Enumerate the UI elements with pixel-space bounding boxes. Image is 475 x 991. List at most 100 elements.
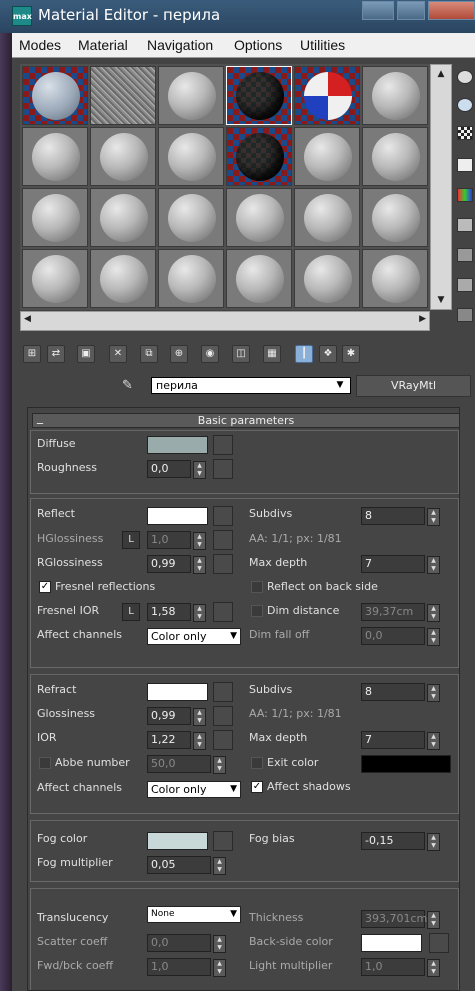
minimize-button[interactable] xyxy=(362,1,394,20)
refract-affect-channels-dropdown[interactable]: Color only ▼ xyxy=(147,781,241,798)
ior-spinner[interactable]: 1,22 ▲ ▼ xyxy=(147,731,206,750)
scroll-left-icon[interactable]: ◀ xyxy=(24,314,31,324)
spinner-arrows-icon[interactable]: ▲ ▼ xyxy=(213,756,226,774)
dim-distance-checkbox[interactable] xyxy=(251,605,263,617)
spinner-arrows-icon[interactable]: ▲ ▼ xyxy=(427,628,440,646)
refract-max-depth-spinner[interactable]: 7 ▲ ▼ xyxy=(361,731,440,750)
reflect-max-depth-spinner[interactable]: 7 ▲ ▼ xyxy=(361,555,440,574)
material-navigator-icon[interactable] xyxy=(457,308,473,322)
diffuse-color-swatch[interactable] xyxy=(147,436,208,454)
spinner-arrows-icon[interactable]: ▲ ▼ xyxy=(213,935,226,953)
spinner-arrows-icon[interactable]: ▲ ▼ xyxy=(427,959,440,977)
sample-slot[interactable] xyxy=(294,66,360,125)
hgloss-lock-button[interactable]: L xyxy=(122,531,140,549)
rglossiness-spinner[interactable]: 0,99 ▲ ▼ xyxy=(147,555,206,574)
collapse-icon[interactable]: _ xyxy=(37,411,43,424)
scroll-up-icon[interactable]: ▲ xyxy=(433,66,449,82)
fog-multiplier-spinner[interactable]: 0,05 ▲ ▼ xyxy=(147,856,226,875)
dim-fall-off-spinner[interactable]: 0,0 ▲ ▼ xyxy=(361,627,440,646)
sample-slot[interactable] xyxy=(22,66,88,125)
show-map-icon[interactable]: ◫ xyxy=(232,345,250,363)
spinner-arrows-icon[interactable]: ▲ ▼ xyxy=(427,684,440,702)
fresnel-ior-spinner[interactable]: 1,58 ▲ ▼ xyxy=(147,603,206,622)
spinner-arrows-icon[interactable]: ▲ ▼ xyxy=(213,959,226,977)
exit-color-checkbox[interactable] xyxy=(251,757,263,769)
sample-slot[interactable] xyxy=(158,66,224,125)
fog-color-map-button[interactable] xyxy=(213,831,233,851)
fresnel-checkbox[interactable]: ✓ xyxy=(39,581,51,593)
reflect-back-side-checkbox[interactable] xyxy=(251,581,263,593)
fresnel-ior-map-button[interactable] xyxy=(213,602,233,622)
spinner-arrows-icon[interactable]: ▲ ▼ xyxy=(193,556,206,574)
uv-tiling-icon[interactable] xyxy=(457,158,473,172)
reflect-color-swatch[interactable] xyxy=(147,507,208,525)
spinner-arrows-icon[interactable]: ▲ ▼ xyxy=(427,508,440,526)
spinner-arrows-icon[interactable]: ▲ ▼ xyxy=(427,556,440,574)
menu-navigation[interactable]: Navigation xyxy=(147,37,213,53)
refract-subdivs-spinner[interactable]: 8 ▲ ▼ xyxy=(361,683,440,702)
put-to-library-icon[interactable]: ⊕ xyxy=(170,345,188,363)
back-side-map-button[interactable] xyxy=(429,933,449,953)
dim-distance-spinner[interactable]: 39,37cm ▲ ▼ xyxy=(361,603,440,622)
reflect-affect-channels-dropdown[interactable]: Color only ▼ xyxy=(147,628,241,645)
spinner-arrows-icon[interactable]: ▲ ▼ xyxy=(213,857,226,875)
eyedropper-icon[interactable]: ✎ xyxy=(122,378,138,394)
affect-shadows-checkbox[interactable]: ✓ xyxy=(251,781,263,793)
chevron-down-icon[interactable]: ▼ xyxy=(331,378,349,393)
sample-slot[interactable] xyxy=(226,127,292,186)
menu-utilities[interactable]: Utilities xyxy=(300,37,345,53)
hgloss-map-button[interactable] xyxy=(213,530,233,550)
spinner-arrows-icon[interactable]: ▲ ▼ xyxy=(193,532,206,550)
refract-glossiness-spinner[interactable]: 0,99 ▲ ▼ xyxy=(147,707,206,726)
go-to-parent-icon[interactable]: ┃ xyxy=(295,345,313,363)
ior-map-button[interactable] xyxy=(213,730,233,750)
make-preview-icon[interactable] xyxy=(457,218,473,232)
sample-slot[interactable] xyxy=(362,127,428,186)
menu-material[interactable]: Material xyxy=(78,37,128,53)
spinner-arrows-icon[interactable]: ▲ ▼ xyxy=(193,461,206,479)
options-icon[interactable] xyxy=(457,248,473,262)
spinner-arrows-icon[interactable]: ▲ ▼ xyxy=(427,833,440,851)
sample-slot[interactable] xyxy=(294,249,360,308)
sample-slot[interactable] xyxy=(90,188,156,247)
get-material-icon[interactable]: ⊞ xyxy=(23,345,41,363)
sample-slot[interactable] xyxy=(22,249,88,308)
sample-slot[interactable] xyxy=(90,249,156,308)
sibling-icon[interactable]: ✱ xyxy=(342,345,360,363)
material-name-field[interactable]: перила xyxy=(151,377,351,394)
roughness-spinner[interactable]: 0,0 ▲ ▼ xyxy=(147,460,206,479)
sample-slot[interactable] xyxy=(226,188,292,247)
sample-slot[interactable] xyxy=(294,127,360,186)
sample-slot[interactable] xyxy=(362,249,428,308)
sample-slot[interactable] xyxy=(158,127,224,186)
sample-slot[interactable] xyxy=(362,66,428,125)
fog-color-swatch[interactable] xyxy=(147,832,208,850)
spinner-arrows-icon[interactable]: ▲ ▼ xyxy=(193,732,206,750)
go-forward-icon[interactable]: ❖ xyxy=(319,345,337,363)
delete-icon[interactable]: ✕ xyxy=(109,345,127,363)
sample-slot[interactable] xyxy=(226,249,292,308)
thickness-spinner[interactable]: 393,701cm ▲ ▼ xyxy=(361,910,440,929)
sample-slot[interactable] xyxy=(158,249,224,308)
slots-vertical-scrollbar[interactable]: ▲ ▼ xyxy=(430,64,452,310)
sample-slot-active[interactable] xyxy=(226,66,292,125)
rollout-header[interactable]: _ Basic parameters xyxy=(32,411,460,428)
sample-slot[interactable] xyxy=(90,66,156,125)
reflect-subdivs-spinner[interactable]: 8 ▲ ▼ xyxy=(361,507,440,526)
material-id-icon[interactable]: ◉ xyxy=(201,345,219,363)
refract-gloss-map-button[interactable] xyxy=(213,706,233,726)
select-by-material-icon[interactable] xyxy=(457,278,473,292)
video-color-check-icon[interactable] xyxy=(457,188,473,202)
abbe-spinner[interactable]: 50,0 ▲ ▼ xyxy=(147,755,226,774)
slots-horizontal-scrollbar[interactable]: ◀ ▶ xyxy=(20,311,430,331)
exit-color-swatch[interactable] xyxy=(361,755,451,773)
refract-color-swatch[interactable] xyxy=(147,683,208,701)
menu-modes[interactable]: Modes xyxy=(19,37,61,53)
scatter-coeff-spinner[interactable]: 0,0 ▲ ▼ xyxy=(147,934,226,953)
back-side-color-swatch[interactable] xyxy=(361,934,422,952)
sample-slot[interactable] xyxy=(22,188,88,247)
sample-slot[interactable] xyxy=(22,127,88,186)
fresnel-ior-lock-button[interactable]: L xyxy=(122,603,140,621)
backlight-icon[interactable] xyxy=(457,98,473,112)
background-icon[interactable] xyxy=(457,126,473,140)
